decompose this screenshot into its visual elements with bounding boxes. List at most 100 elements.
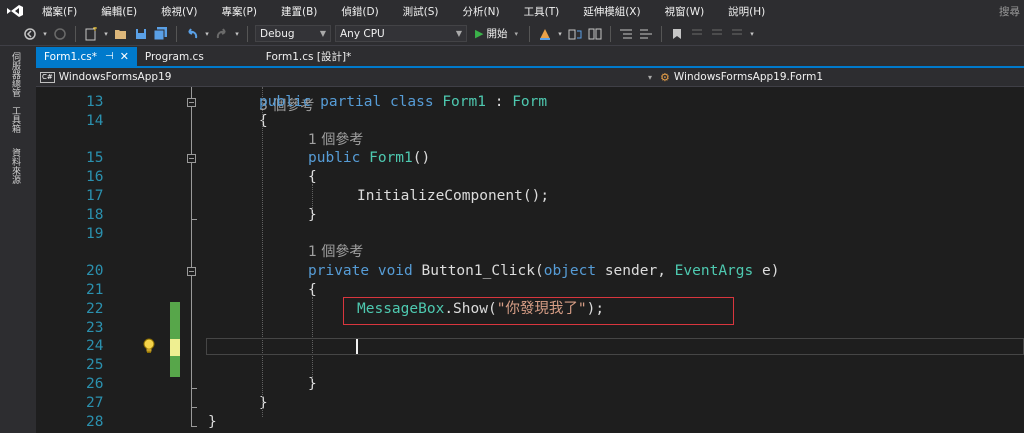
code-line[interactable]: 18}: [36, 206, 1024, 225]
code-line[interactable]: 28}: [36, 413, 1024, 432]
code-lens-reference[interactable]: 1 個參考: [36, 131, 1024, 150]
menu-item[interactable]: 延伸模組(X): [571, 4, 652, 19]
new-project-icon[interactable]: [83, 26, 99, 42]
solution-platform-select[interactable]: Any CPU ▼: [335, 25, 467, 42]
project-dropdown[interactable]: C# WindowsFormsApp19 ▾: [36, 70, 656, 85]
code-token: }: [259, 394, 268, 411]
chevron-down-icon[interactable]: ▾: [234, 26, 240, 42]
code-line[interactable]: 16 {: [36, 168, 1024, 187]
close-icon[interactable]: ✕: [120, 50, 129, 63]
code-line[interactable]: 27}: [36, 394, 1024, 413]
tab-form1-cs[interactable]: Form1.cs* ⊣ ✕: [36, 47, 137, 66]
code-token: public: [308, 150, 370, 167]
reference-count[interactable]: 1 個參考: [308, 131, 363, 150]
back-icon[interactable]: [22, 26, 38, 42]
menu-search[interactable]: 搜尋: [999, 4, 1024, 19]
start-button[interactable]: ▶ 開始 ▾: [471, 26, 522, 41]
menu-item[interactable]: 分析(N): [451, 4, 512, 19]
code-line[interactable]: 13 public partial class Form1 : Form: [36, 93, 1024, 112]
toolbar-separator: [528, 25, 530, 42]
chevron-down-icon[interactable]: ▾: [749, 26, 755, 42]
step-into-icon[interactable]: [567, 26, 583, 42]
save-all-icon[interactable]: [153, 26, 169, 42]
undo-icon[interactable]: [184, 26, 200, 42]
document-tabs: Form1.cs* ⊣ ✕ Program.cs Form1.cs [設計]*: [36, 46, 1024, 68]
code-token: (): [412, 150, 431, 167]
code-line[interactable]: 25: [36, 356, 1024, 375]
code-lens-reference[interactable]: 1 個參考: [36, 243, 1024, 262]
line-number: 18: [86, 206, 104, 223]
rail-item-data-sources[interactable]: 資料來源: [8, 148, 22, 184]
class-dropdown[interactable]: ⚙ WindowsFormsApp19.Form1: [656, 70, 1016, 85]
code-token: public partial class: [259, 94, 443, 110]
clear-bookmarks-icon[interactable]: [729, 26, 745, 42]
tab-program-cs[interactable]: Program.cs: [137, 47, 212, 66]
outline-line: [191, 406, 192, 426]
menu-item[interactable]: 視窗(W): [653, 4, 717, 19]
menu-item[interactable]: 檔案(F): [30, 4, 89, 19]
uncomment-lines-icon[interactable]: [638, 26, 654, 42]
forward-icon[interactable]: [52, 26, 68, 42]
previous-bookmark-icon[interactable]: [689, 26, 705, 42]
save-icon[interactable]: [133, 26, 149, 42]
menu-items: 檔案(F) 編輯(E) 檢視(V) 專案(P) 建置(B) 偵錯(D) 測試(S) 分析(N)…: [30, 4, 777, 19]
indent-guide: [312, 184, 313, 210]
code-token: InitializeComponent();: [357, 188, 550, 204]
code-line[interactable]: 14 {: [36, 112, 1024, 131]
outline-line: [191, 388, 192, 407]
bookmark-icon[interactable]: [669, 26, 685, 42]
chevron-down-icon[interactable]: ▾: [204, 26, 210, 42]
reference-count[interactable]: 1 個參考: [308, 243, 363, 262]
outline-line: [191, 107, 192, 155]
rail-item-server-explorer[interactable]: 伺服器總管: [8, 52, 22, 97]
next-bookmark-icon[interactable]: [709, 26, 725, 42]
menu-item[interactable]: 編輯(E): [89, 4, 149, 19]
code-text: public Form1(): [308, 149, 430, 168]
hot-reload-icon[interactable]: [537, 26, 553, 42]
menu-item[interactable]: 工具(T): [512, 4, 572, 19]
solution-configuration-select[interactable]: Debug ▼: [255, 25, 331, 42]
menu-item[interactable]: 測試(S): [391, 4, 451, 19]
outline-line: [191, 218, 192, 268]
outline-line: [191, 87, 192, 98]
menu-item[interactable]: 專案(P): [209, 4, 269, 19]
menu-item[interactable]: 檢視(V): [149, 4, 209, 19]
line-number: 24: [86, 338, 104, 355]
menu-bar: 檔案(F) 編輯(E) 檢視(V) 專案(P) 建置(B) 偵錯(D) 測試(S) 分析(N)…: [0, 0, 1024, 22]
collapse-region-icon[interactable]: [187, 154, 196, 164]
pin-icon[interactable]: ⊣: [105, 51, 114, 62]
visual-studio-logo-icon[interactable]: [0, 0, 30, 22]
menu-item[interactable]: 說明(H): [716, 4, 777, 19]
code-text: public partial class Form1 : Form: [259, 93, 547, 112]
chevron-down-icon[interactable]: ▾: [42, 26, 48, 42]
comment-lines-icon[interactable]: [618, 26, 634, 42]
tab-form1-designer[interactable]: Form1.cs [設計]*: [258, 47, 360, 66]
line-number: 17: [86, 188, 104, 204]
configuration-value: Debug: [260, 27, 295, 40]
chevron-down-icon[interactable]: ▾: [103, 26, 109, 42]
collapse-region-icon[interactable]: [187, 98, 196, 107]
menu-item[interactable]: 建置(B): [269, 4, 329, 19]
line-number: 23: [86, 319, 104, 336]
lightbulb-icon[interactable]: [141, 338, 157, 354]
code-token: object: [543, 263, 605, 280]
open-folder-icon[interactable]: [113, 26, 129, 42]
code-line[interactable]: 26}: [36, 375, 1024, 394]
code-token: }: [208, 413, 217, 430]
code-line[interactable]: 20 private void Button1_Click(object send…: [36, 262, 1024, 281]
redo-icon[interactable]: [214, 26, 230, 42]
rail-item-toolbox[interactable]: 工具箱: [8, 106, 22, 133]
line-number: 26: [86, 376, 104, 392]
chevron-down-icon: ▾: [647, 72, 652, 82]
change-indicator: [170, 356, 180, 377]
bookmark-toggle-icon[interactable]: [587, 26, 603, 42]
code-editor[interactable]: 3 個參考 13 public partial class Form1 : For…: [36, 87, 1024, 433]
code-line[interactable]: 19: [36, 225, 1024, 244]
code-line[interactable]: 17 InitializeComponent();: [36, 187, 1024, 206]
line-number: 21: [86, 282, 104, 298]
collapse-region-icon[interactable]: [187, 267, 196, 277]
code-line[interactable]: 15 public Form1(): [36, 149, 1024, 168]
text-caret: [356, 339, 358, 355]
menu-item[interactable]: 偵錯(D): [329, 4, 390, 19]
chevron-down-icon[interactable]: ▾: [557, 26, 563, 42]
